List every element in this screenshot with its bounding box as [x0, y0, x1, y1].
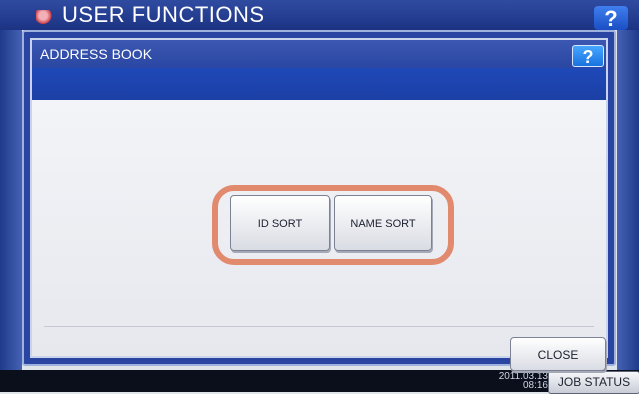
clock: 2011.03.13 08:16	[486, 372, 548, 391]
app-right-frame	[617, 30, 639, 370]
name-sort-button[interactable]: NAME SORT	[334, 195, 432, 251]
address-book-dialog: ADDRESS BOOK ? ID SORT NAME SORT CLOSE	[22, 30, 616, 371]
dialog-frame: ADDRESS BOOK ? ID SORT NAME SORT CLOSE	[30, 38, 608, 371]
footer-divider	[44, 326, 594, 327]
dialog-titlebar: ADDRESS BOOK ?	[32, 40, 606, 68]
close-button[interactable]: CLOSE	[510, 337, 606, 371]
dialog-header-band	[32, 68, 606, 100]
clock-time: 08:16	[522, 380, 548, 391]
dialog-title: ADDRESS BOOK	[40, 46, 153, 62]
job-status-button[interactable]: JOB STATUS	[548, 371, 639, 394]
dialog-help-button[interactable]: ?	[572, 45, 604, 67]
app-title: USER FUNCTIONS	[62, 2, 265, 27]
app-help-button[interactable]: ?	[594, 6, 628, 31]
app-left-frame	[0, 30, 22, 370]
app-logo-icon	[36, 10, 54, 24]
id-sort-button[interactable]: ID SORT	[230, 195, 330, 251]
dialog-content: ID SORT NAME SORT CLOSE	[32, 100, 606, 371]
